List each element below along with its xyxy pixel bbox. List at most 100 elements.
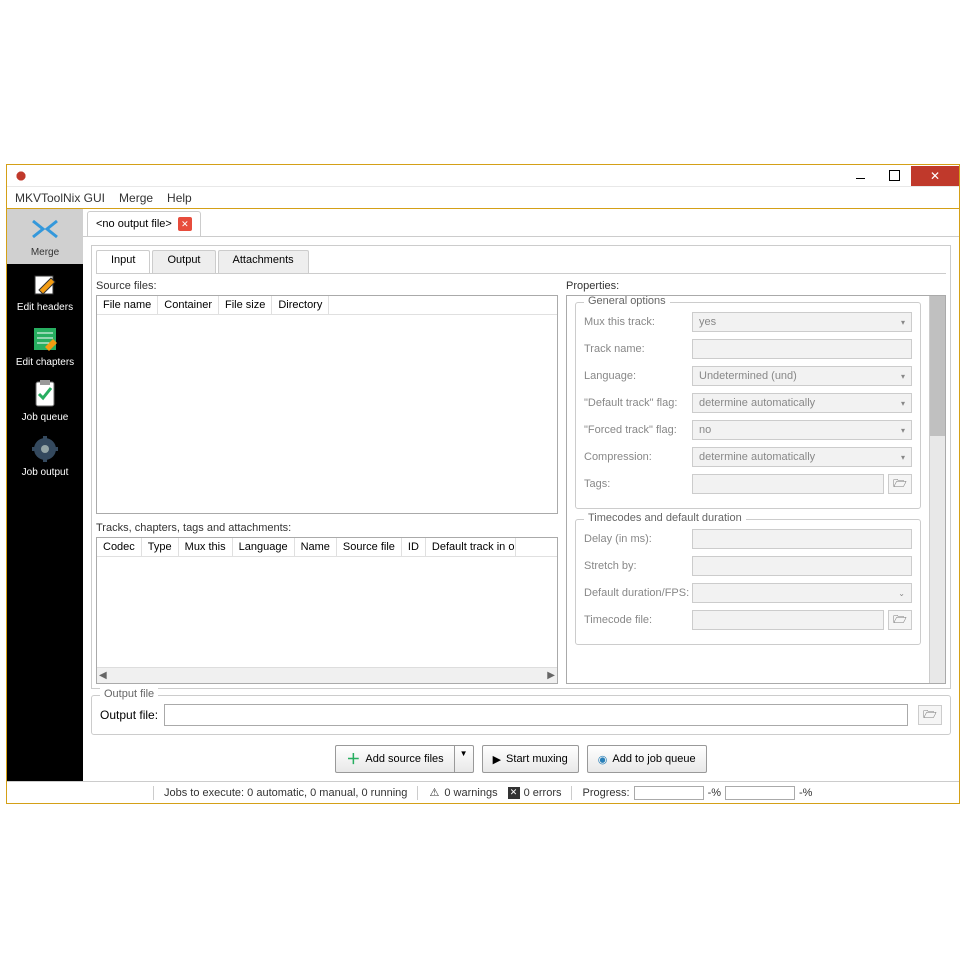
col-name[interactable]: Name bbox=[295, 538, 337, 556]
menu-mkvtoolnix[interactable]: MKVToolNix GUI bbox=[15, 191, 105, 205]
job-output-icon bbox=[29, 433, 61, 465]
fps-select[interactable]: ⌄ bbox=[692, 583, 912, 603]
app-icon bbox=[13, 168, 29, 184]
col-language[interactable]: Language bbox=[233, 538, 295, 556]
forced-track-select[interactable]: no▾ bbox=[692, 420, 912, 440]
sidebar-label: Merge bbox=[31, 247, 59, 258]
output-file-group: Output file Output file: 🗁 bbox=[91, 695, 951, 735]
merge-icon bbox=[29, 213, 61, 245]
delay-label: Delay (in ms): bbox=[584, 533, 692, 545]
delay-input[interactable] bbox=[692, 529, 912, 549]
sidebar-item-edit-chapters[interactable]: Edit chapters bbox=[7, 319, 83, 374]
output-browse-button[interactable]: 🗁 bbox=[918, 705, 942, 725]
tracks-list[interactable]: Codec Type Mux this Language Name Source… bbox=[96, 537, 558, 684]
compression-select[interactable]: determine automatically▾ bbox=[692, 447, 912, 467]
sidebar-label: Job output bbox=[22, 467, 69, 478]
default-track-label: "Default track" flag: bbox=[584, 397, 692, 409]
sidebar-label: Edit headers bbox=[17, 302, 73, 313]
col-id[interactable]: ID bbox=[402, 538, 426, 556]
output-file-label: Output file: bbox=[100, 708, 158, 722]
output-file-input[interactable] bbox=[164, 704, 908, 726]
start-muxing-button[interactable]: ▶Start muxing bbox=[482, 745, 579, 773]
add-to-job-queue-button[interactable]: ◉Add to job queue bbox=[587, 745, 707, 773]
source-files-label: Source files: bbox=[96, 280, 558, 292]
status-jobs: Jobs to execute: 0 automatic, 0 manual, … bbox=[164, 787, 407, 799]
tab-output[interactable]: Output bbox=[152, 250, 215, 273]
tracks-scrollbar[interactable]: ◀▶ bbox=[97, 667, 557, 683]
tcfile-browse-button[interactable]: 🗁 bbox=[888, 610, 912, 630]
col-container[interactable]: Container bbox=[158, 296, 219, 314]
col-filesize[interactable]: File size bbox=[219, 296, 272, 314]
col-directory[interactable]: Directory bbox=[272, 296, 329, 314]
status-progress: Progress: -% -% bbox=[582, 786, 812, 800]
compression-label: Compression: bbox=[584, 451, 692, 463]
tcfile-input[interactable] bbox=[692, 610, 884, 630]
timecodes-group: Timecodes and default duration Delay (in… bbox=[575, 519, 921, 645]
sidebar-label: Job queue bbox=[22, 412, 69, 423]
mux-select[interactable]: yes▾ bbox=[692, 312, 912, 332]
edit-headers-icon bbox=[29, 268, 61, 300]
tcfile-label: Timecode file: bbox=[584, 614, 692, 626]
general-legend: General options bbox=[584, 296, 670, 307]
stretch-input[interactable] bbox=[692, 556, 912, 576]
add-source-files-dropdown[interactable]: ▼ bbox=[455, 745, 474, 773]
language-select[interactable]: Undetermined (und)▾ bbox=[692, 366, 912, 386]
tags-label: Tags: bbox=[584, 478, 692, 490]
tracks-label: Tracks, chapters, tags and attachments: bbox=[96, 522, 558, 534]
tab-attachments[interactable]: Attachments bbox=[218, 250, 309, 273]
language-label: Language: bbox=[584, 370, 692, 382]
titlebar bbox=[7, 165, 959, 187]
col-codec[interactable]: Codec bbox=[97, 538, 142, 556]
general-options-group: General options Mux this track: yes▾ Tra… bbox=[575, 302, 921, 509]
status-warnings: ⚠0 warnings bbox=[428, 787, 497, 799]
statusbar: Jobs to execute: 0 automatic, 0 manual, … bbox=[7, 781, 959, 803]
progress-bar-1 bbox=[634, 786, 704, 800]
queue-icon: ◉ bbox=[598, 753, 608, 766]
status-errors: ✕0 errors bbox=[508, 787, 562, 799]
maximize-button[interactable] bbox=[877, 166, 911, 186]
mux-label: Mux this track: bbox=[584, 316, 692, 328]
progress-bar-2 bbox=[725, 786, 795, 800]
sidebar-item-job-queue[interactable]: Job queue bbox=[7, 374, 83, 429]
col-default[interactable]: Default track in output bbox=[426, 538, 516, 556]
minimize-button[interactable] bbox=[843, 166, 877, 186]
trackname-input[interactable] bbox=[692, 339, 912, 359]
close-button[interactable] bbox=[911, 166, 959, 186]
tags-browse-button[interactable]: 🗁 bbox=[888, 474, 912, 494]
menu-help[interactable]: Help bbox=[167, 191, 192, 205]
output-file-tab[interactable]: <no output file> ✕ bbox=[87, 211, 201, 236]
fps-label: Default duration/FPS: bbox=[584, 587, 692, 599]
error-icon: ✕ bbox=[508, 787, 520, 799]
sidebar: Merge Edit headers Edit chapters Job que… bbox=[7, 209, 83, 781]
forced-track-label: "Forced track" flag: bbox=[584, 424, 692, 436]
col-sourcefile[interactable]: Source file bbox=[337, 538, 402, 556]
properties-label: Properties: bbox=[566, 280, 946, 292]
col-type[interactable]: Type bbox=[142, 538, 179, 556]
tab-input[interactable]: Input bbox=[96, 250, 150, 273]
sidebar-label: Edit chapters bbox=[16, 357, 74, 368]
properties-scrollbar[interactable] bbox=[929, 296, 945, 683]
job-queue-icon bbox=[29, 378, 61, 410]
sidebar-item-merge[interactable]: Merge bbox=[7, 209, 83, 264]
app-window: MKVToolNix GUI Merge Help Merge Edit hea… bbox=[6, 164, 960, 804]
edit-chapters-icon bbox=[29, 323, 61, 355]
menubar: MKVToolNix GUI Merge Help bbox=[7, 187, 959, 209]
sidebar-item-job-output[interactable]: Job output bbox=[7, 429, 83, 484]
close-tab-icon[interactable]: ✕ bbox=[178, 217, 192, 231]
default-track-select[interactable]: determine automatically▾ bbox=[692, 393, 912, 413]
tags-input[interactable] bbox=[692, 474, 884, 494]
menu-merge[interactable]: Merge bbox=[119, 191, 153, 205]
col-muxthis[interactable]: Mux this bbox=[179, 538, 233, 556]
trackname-label: Track name: bbox=[584, 343, 692, 355]
warning-icon: ⚠ bbox=[428, 787, 440, 799]
play-icon: ▶ bbox=[493, 753, 501, 766]
main-area: <no output file> ✕ Input Output Attachme… bbox=[83, 209, 959, 781]
source-files-list[interactable]: File name Container File size Directory bbox=[96, 295, 558, 514]
tab-label: <no output file> bbox=[96, 218, 172, 230]
col-filename[interactable]: File name bbox=[97, 296, 158, 314]
stretch-label: Stretch by: bbox=[584, 560, 692, 572]
output-legend: Output file bbox=[100, 688, 158, 700]
add-source-files-button[interactable]: ＋Add source files bbox=[335, 745, 454, 773]
sidebar-item-edit-headers[interactable]: Edit headers bbox=[7, 264, 83, 319]
timecodes-legend: Timecodes and default duration bbox=[584, 512, 746, 524]
